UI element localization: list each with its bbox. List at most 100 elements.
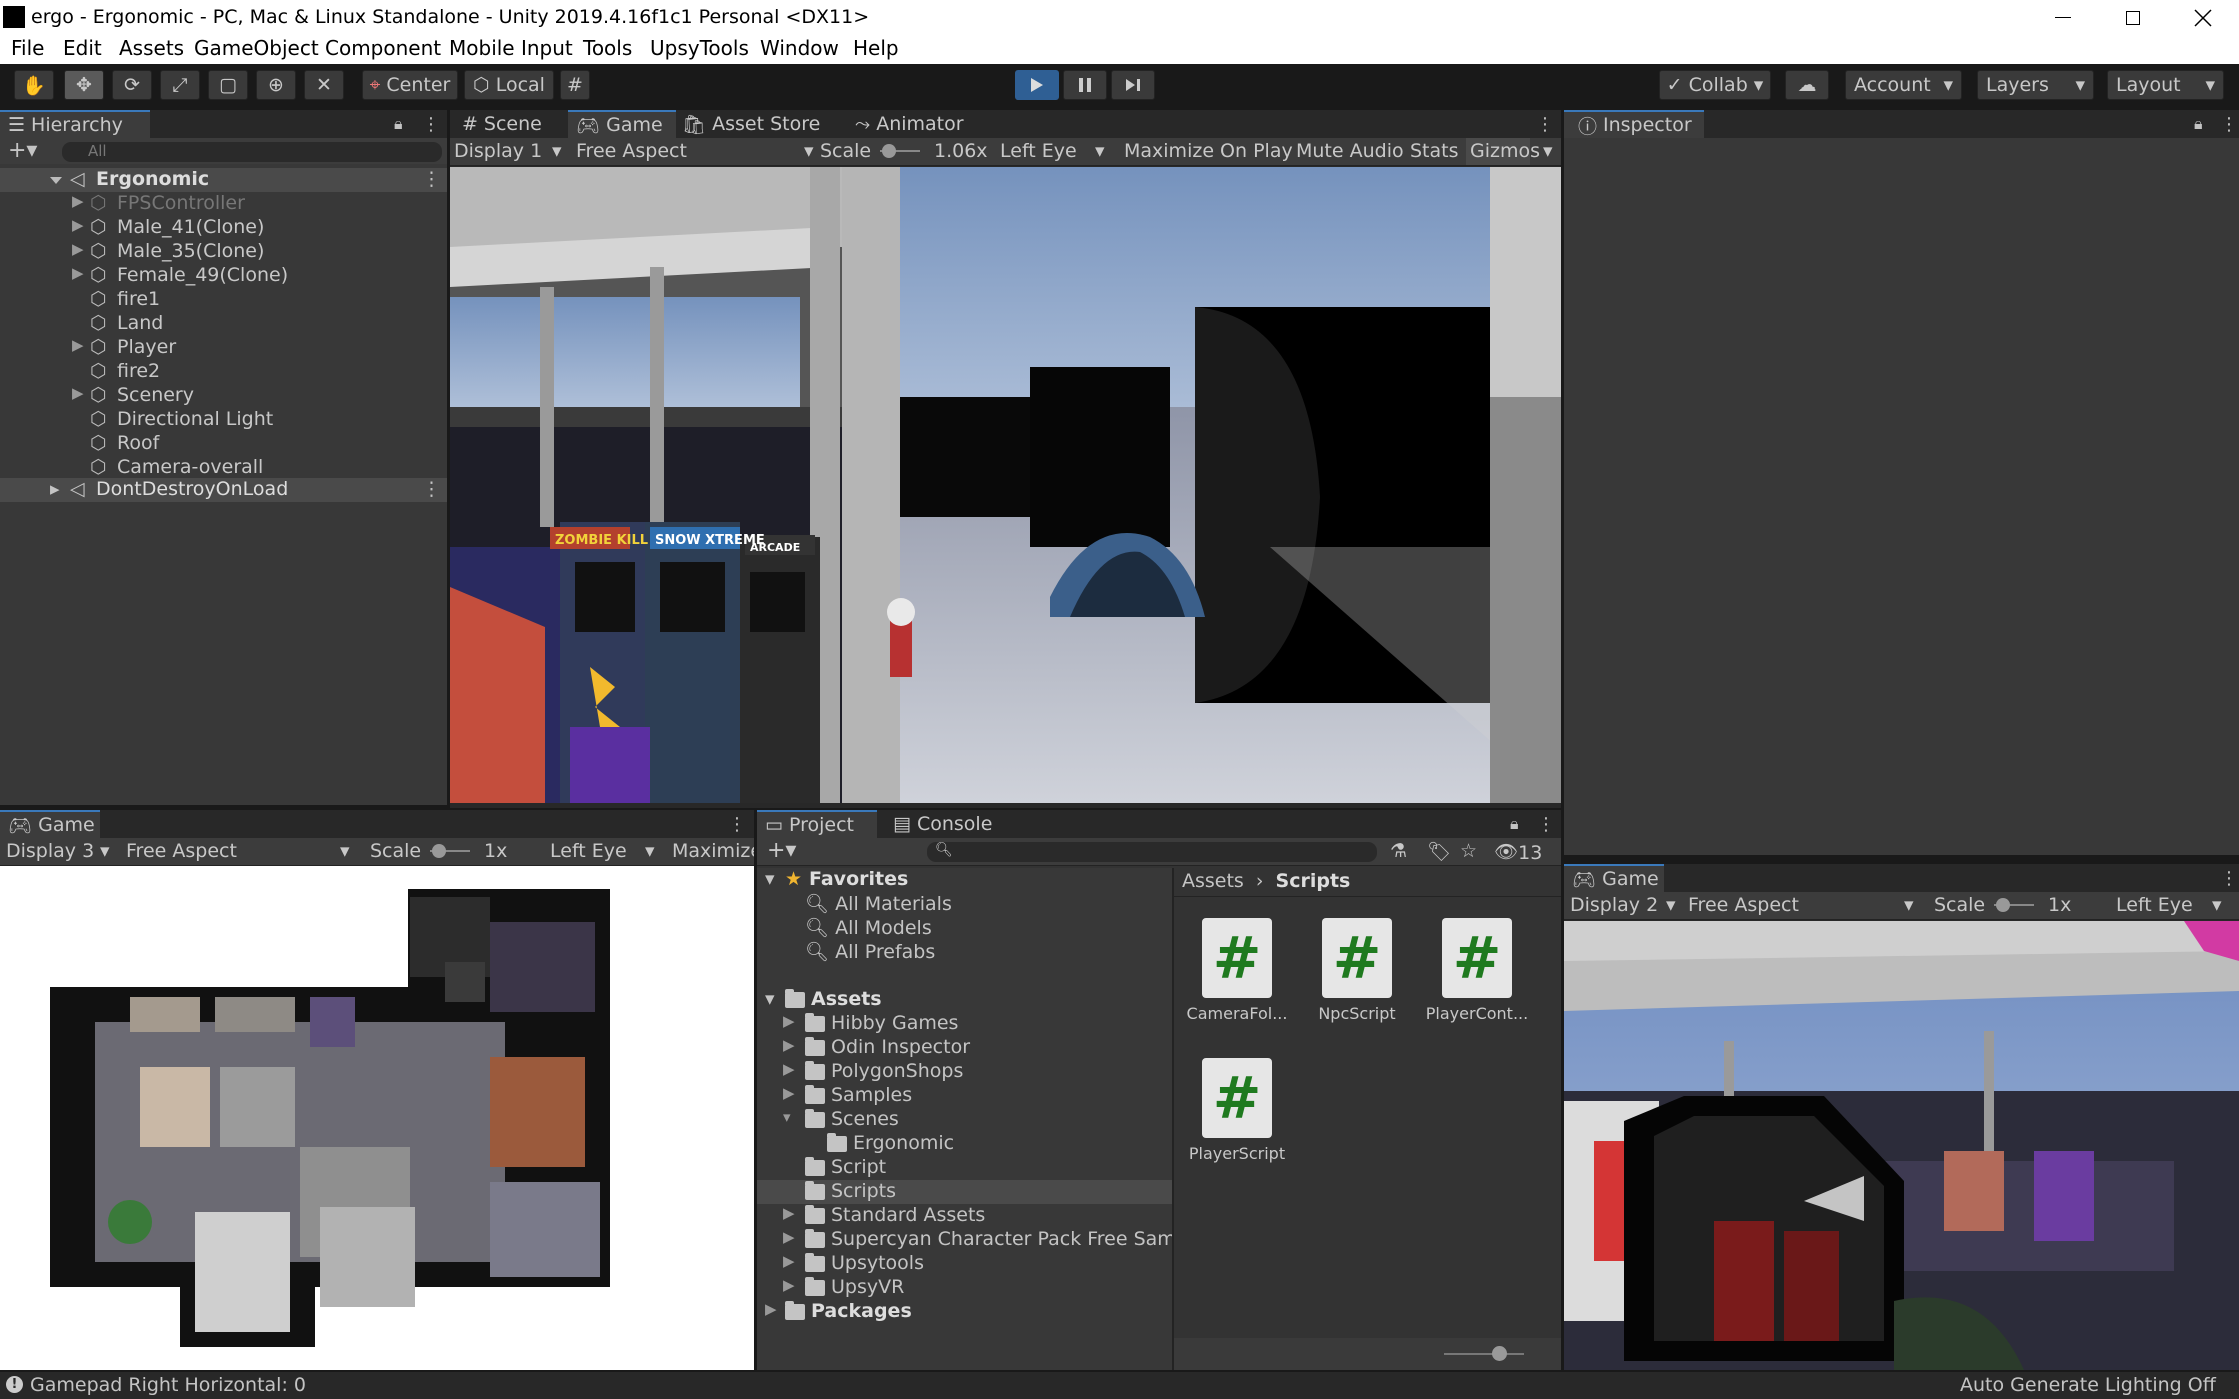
eye3-dropdown[interactable]: Left Eye: [550, 840, 627, 862]
aspect-dropdown[interactable]: Free Aspect: [576, 140, 687, 162]
folder-item[interactable]: PolygonShops: [805, 1060, 963, 1082]
cloud-icon[interactable]: ☁: [1785, 70, 1829, 100]
project-add-icon[interactable]: +▾: [767, 838, 796, 863]
fav-all-materials[interactable]: 🔍︎ All Materials: [805, 892, 952, 915]
account-dropdown[interactable]: Account ▾: [1845, 70, 1962, 100]
expand-arrow-icon[interactable]: ▶: [72, 264, 84, 282]
play-button[interactable]: [1015, 70, 1059, 100]
aspect2-dropdown[interactable]: Free Aspect: [1688, 894, 1799, 916]
display2-dropdown[interactable]: Display 2: [1570, 894, 1658, 916]
folder-item[interactable]: UpsyVR: [805, 1276, 904, 1298]
tab-scene[interactable]: # Scene: [462, 110, 567, 138]
scale-tool-icon[interactable]: ⤢: [160, 70, 200, 100]
tab-asset-store[interactable]: 🛍︎ Asset Store: [682, 110, 832, 138]
expand-arrow-icon[interactable]: ▾: [765, 988, 775, 1010]
expand-arrow-icon[interactable]: ▶: [72, 216, 84, 234]
menu-component[interactable]: Component: [325, 36, 441, 60]
hierarchy-item[interactable]: fire2: [117, 360, 160, 382]
expand-arrow-icon[interactable]: ▶: [72, 240, 84, 258]
menu-gameobject[interactable]: GameObject: [194, 36, 319, 60]
center-kebab-icon[interactable]: ⋮: [1536, 114, 1554, 135]
expand-arrow-icon[interactable]: ▶: [783, 1252, 795, 1270]
zoom-slider-thumb[interactable]: [1492, 1346, 1507, 1361]
folder-item[interactable]: Scripts: [805, 1180, 896, 1202]
hierarchy-item[interactable]: fire1: [117, 288, 160, 310]
minimize-button[interactable]: [2030, 0, 2096, 35]
menu-tools[interactable]: Tools: [583, 36, 632, 60]
dontdestroy-menu-icon[interactable]: ⋮: [422, 478, 441, 500]
tab-game2[interactable]: 🎮︎ Game: [1564, 864, 1664, 892]
transform-tool-icon[interactable]: ⊕: [256, 70, 296, 100]
collapse-arrow-icon[interactable]: ▸: [50, 478, 60, 500]
tab-animator[interactable]: ⤳ Animator: [855, 110, 965, 138]
file-label[interactable]: PlayerScript: [1182, 1144, 1292, 1163]
script-file-icon[interactable]: #: [1202, 918, 1272, 998]
file-label[interactable]: PlayerCont...: [1422, 1004, 1532, 1023]
zoom-slider[interactable]: [1444, 1353, 1524, 1355]
fav-all-prefabs[interactable]: 🔍︎ All Prefabs: [805, 940, 935, 963]
inspector-kebab-icon[interactable]: ⋮: [2220, 114, 2238, 135]
menu-edit[interactable]: Edit: [63, 36, 102, 60]
pivot-center-toggle[interactable]: ⌖ Center: [362, 70, 458, 100]
scale-slider-thumb[interactable]: [882, 144, 896, 158]
hierarchy-item[interactable]: Directional Light: [117, 408, 273, 430]
folder-item[interactable]: Scenes: [805, 1108, 899, 1130]
script-file-icon[interactable]: #: [1202, 1058, 1272, 1138]
expand-arrow-icon[interactable]: ▾: [783, 1108, 791, 1126]
menu-window[interactable]: Window: [760, 36, 839, 60]
collab-dropdown[interactable]: ✓ Collab ▾: [1659, 70, 1771, 100]
expand-arrow-icon[interactable]: ▶: [783, 1228, 795, 1246]
scale3-slider-thumb[interactable]: [432, 844, 446, 858]
project-lock-icon[interactable]: 🔒︎: [1510, 814, 1519, 834]
hand-tool-icon[interactable]: ✋: [14, 70, 54, 100]
folder-item[interactable]: Ergonomic: [827, 1132, 954, 1154]
game-viewport-display3[interactable]: [0, 867, 754, 1370]
hierarchy-item[interactable]: Male_35(Clone): [117, 240, 264, 262]
hierarchy-item[interactable]: Camera-overall: [117, 456, 263, 478]
step-button[interactable]: [1111, 70, 1155, 100]
menu-file[interactable]: File: [11, 36, 44, 60]
layers-dropdown[interactable]: Layers ▾: [1977, 70, 2094, 100]
scene-row[interactable]: [0, 168, 447, 192]
hierarchy-item[interactable]: Female_49(Clone): [117, 264, 288, 286]
folder-item[interactable]: Samples: [805, 1084, 912, 1106]
project-kebab-icon[interactable]: ⋮: [1537, 814, 1555, 835]
lock-icon[interactable]: 🔒︎: [394, 114, 403, 134]
pause-button[interactable]: [1063, 70, 1107, 100]
tab-console[interactable]: ▤ Console: [893, 810, 1003, 838]
eye2-dropdown[interactable]: Left Eye: [2116, 894, 2193, 916]
restore-button[interactable]: [2100, 0, 2166, 35]
expand-arrow-icon[interactable]: ▶: [72, 384, 84, 402]
breadcrumb-root[interactable]: Assets: [1182, 870, 1244, 892]
folder-item[interactable]: Odin Inspector: [805, 1036, 970, 1058]
tab-game[interactable]: 🎮︎ Game: [568, 110, 676, 138]
mute-audio-toggle[interactable]: Mute Audio: [1296, 140, 1404, 162]
tab-project[interactable]: ▭ Project: [757, 810, 877, 838]
hierarchy-item[interactable]: Player: [117, 336, 176, 358]
status-left-text[interactable]: Gamepad Right Horizontal: 0: [30, 1374, 306, 1396]
expand-arrow-icon[interactable]: ▶: [765, 1300, 777, 1318]
folder-item[interactable]: Hibby Games: [805, 1012, 958, 1034]
search-by-label-icon[interactable]: 🏷︎: [1427, 840, 1451, 863]
hierarchy-item[interactable]: Land: [117, 312, 163, 334]
maximize-on-play-toggle[interactable]: Maximize On Play: [1124, 140, 1293, 162]
hierarchy-item[interactable]: Male_41(Clone): [117, 216, 264, 238]
close-button[interactable]: [2170, 0, 2236, 35]
project-search-input[interactable]: 🔍︎: [927, 842, 1377, 862]
inspector-lock-icon[interactable]: 🔒︎: [2194, 114, 2203, 134]
hierarchy-item[interactable]: FPSController: [117, 192, 245, 214]
add-icon[interactable]: +▾: [8, 138, 37, 163]
hierarchy-search-input[interactable]: All: [62, 142, 442, 162]
hierarchy-item[interactable]: Scenery: [117, 384, 194, 406]
hierarchy-item[interactable]: Roof: [117, 432, 159, 454]
maximize3-toggle[interactable]: Maximize: [672, 840, 754, 862]
menu-mobile-input[interactable]: Mobile Input: [449, 36, 573, 60]
display3-dropdown[interactable]: Display 3: [6, 840, 94, 862]
folder-item[interactable]: Upsytools: [805, 1252, 924, 1274]
game-viewport-display2[interactable]: [1564, 921, 2239, 1370]
eye-dropdown[interactable]: Left Eye: [1000, 140, 1077, 162]
layout-dropdown[interactable]: Layout ▾: [2107, 70, 2224, 100]
expand-arrow-icon[interactable]: ▶: [783, 1060, 795, 1078]
expand-arrow-icon[interactable]: ▶: [783, 1204, 795, 1222]
expand-arrow-icon[interactable]: ▶: [783, 1084, 795, 1102]
